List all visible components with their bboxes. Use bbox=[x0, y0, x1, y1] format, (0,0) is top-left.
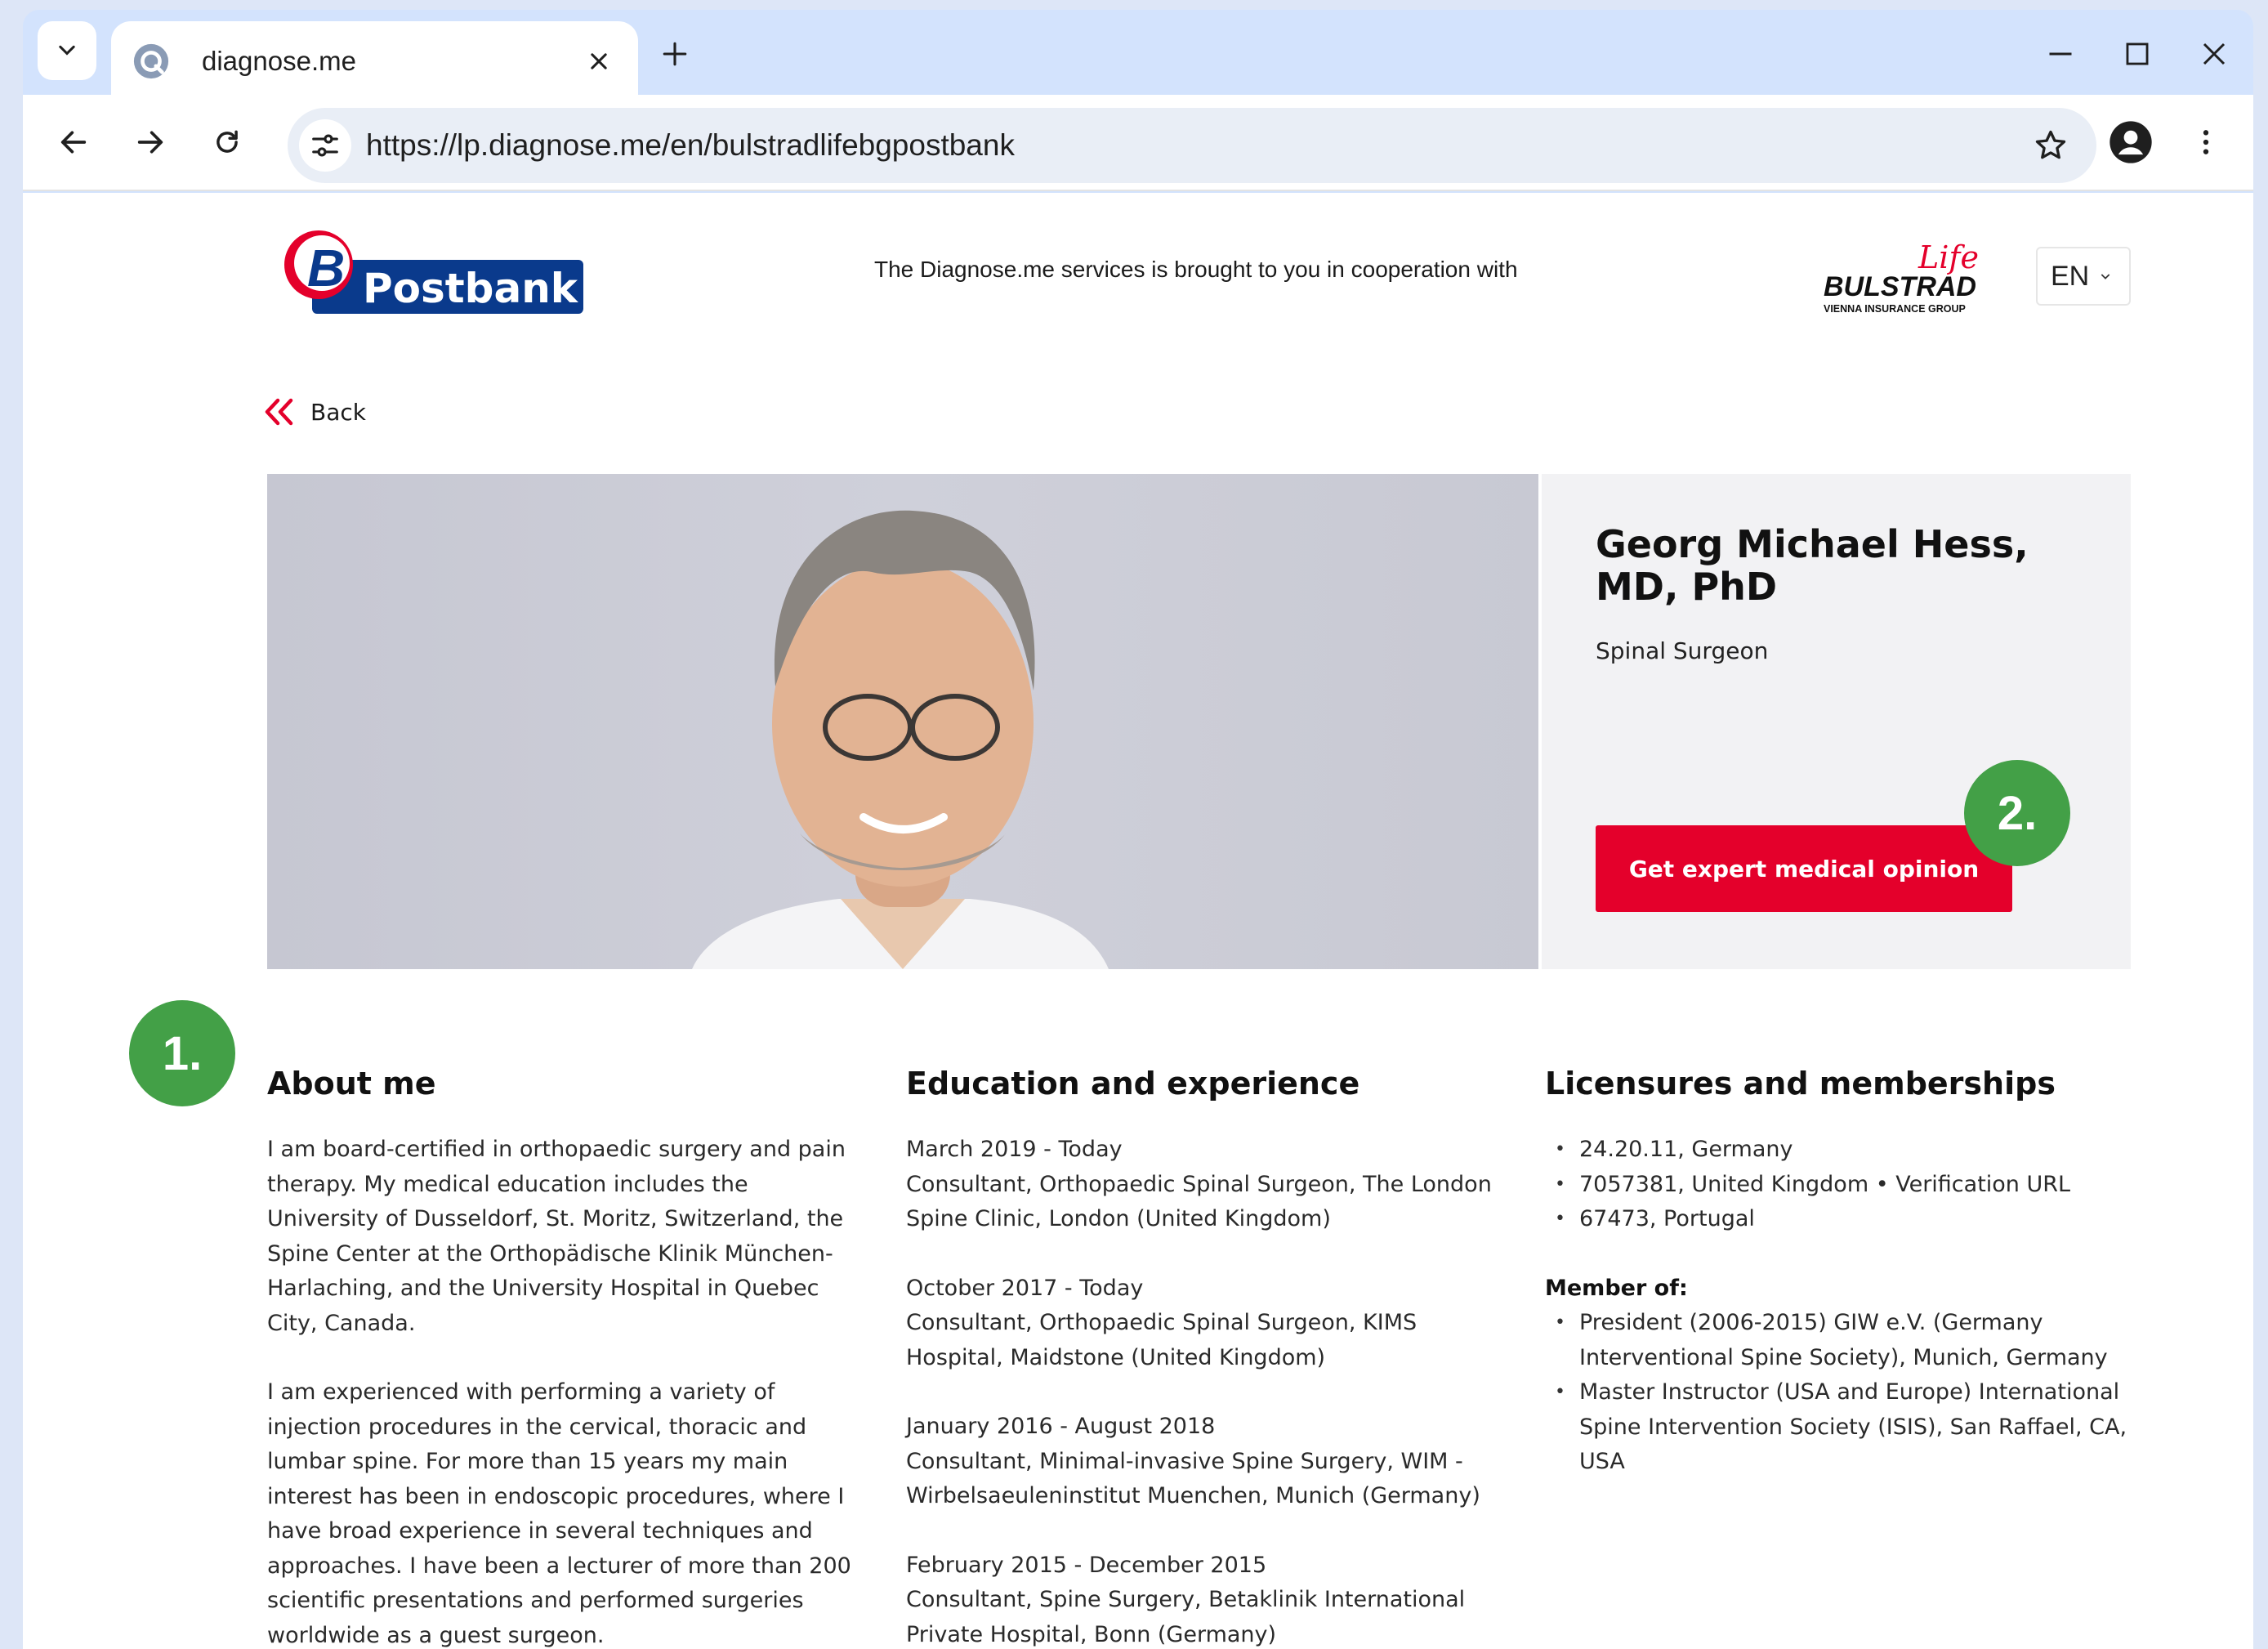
new-tab-button[interactable] bbox=[652, 31, 698, 77]
forward-arrow-icon bbox=[137, 131, 163, 154]
education-heading: Education and experience bbox=[906, 1066, 1360, 1102]
bulstrad-wordmark: BULSTRAD bbox=[1824, 271, 1976, 302]
back-label: Back bbox=[310, 398, 366, 426]
bulstrad-life-logo[interactable]: Life BULSTRAD VIENNA INSURANCE GROUP bbox=[1820, 239, 1984, 315]
browser-menu-button[interactable] bbox=[2180, 116, 2232, 168]
bulstrad-subtitle: VIENNA INSURANCE GROUP bbox=[1824, 303, 1966, 315]
education-section: Education and experience March 2019 - To… bbox=[906, 1064, 1494, 1649]
membership-list: President (2006-2015) GIW e.V. (Germany … bbox=[1545, 1306, 2133, 1480]
cooperation-text: The Diagnose.me services is brought to y… bbox=[874, 257, 1518, 282]
education-period: January 2016 - August 2018 bbox=[906, 1414, 1216, 1439]
star-icon bbox=[2035, 130, 2066, 159]
doctor-specialty: Spinal Surgeon bbox=[1596, 637, 1769, 664]
minimize-icon bbox=[2049, 52, 2072, 56]
browser-toolbar: https://lp.diagnose.me/en/bulstradlifebg… bbox=[23, 95, 2253, 191]
more-vert-icon bbox=[2203, 130, 2209, 154]
education-item: January 2016 - August 2018 Consultant, M… bbox=[906, 1410, 1494, 1514]
maximize-button[interactable] bbox=[2113, 29, 2162, 78]
reload-button[interactable] bbox=[201, 116, 253, 168]
browser-tab[interactable]: diagnose.me bbox=[111, 21, 638, 106]
education-description: Consultant, Spine Surgery, Betaklinik In… bbox=[906, 1587, 1466, 1647]
double-chevron-left-icon bbox=[265, 398, 293, 426]
education-item: March 2019 - Today Consultant, Orthopaed… bbox=[906, 1133, 1494, 1237]
web-page: B Postbank The Diagnose.me services is b… bbox=[23, 193, 2253, 1649]
license-list: 24.20.11, Germany 7057381, United Kingdo… bbox=[1545, 1133, 2133, 1237]
bulstrad-script: Life bbox=[1918, 240, 1979, 275]
license-item: 7057381, United Kingdom • Verification U… bbox=[1545, 1168, 2133, 1203]
reload-icon bbox=[217, 130, 238, 153]
licensures-section: Licensures and memberships 24.20.11, Ger… bbox=[1545, 1064, 2133, 1480]
bookmark-button[interactable] bbox=[2026, 121, 2075, 170]
address-bar[interactable]: https://lp.diagnose.me/en/bulstradlifebg… bbox=[288, 108, 2096, 183]
about-paragraph: I am board-certified in orthopaedic surg… bbox=[267, 1137, 846, 1336]
close-icon bbox=[2203, 42, 2226, 65]
postbank-logo[interactable]: B Postbank bbox=[283, 226, 593, 315]
doctor-name: Georg Michael Hess, MD, PhD bbox=[1596, 522, 2029, 609]
close-tab-button[interactable] bbox=[580, 42, 618, 80]
about-section: About me I am board-certified in orthopa… bbox=[267, 1064, 855, 1649]
url-text[interactable]: https://lp.diagnose.me/en/bulstradlifebg… bbox=[366, 108, 1015, 183]
language-value: EN bbox=[2051, 260, 2090, 292]
language-select[interactable]: EN bbox=[2036, 247, 2131, 306]
close-icon bbox=[591, 53, 607, 69]
license-item: 24.20.11, Germany bbox=[1545, 1133, 2133, 1168]
education-item: February 2015 - December 2015 Consultant… bbox=[906, 1548, 1494, 1649]
education-item: October 2017 - Today Consultant, Orthopa… bbox=[906, 1271, 1494, 1376]
license-item: 67473, Portugal bbox=[1545, 1202, 2133, 1237]
education-description: Consultant, Orthopaedic Spinal Surgeon, … bbox=[906, 1171, 1492, 1232]
plus-icon bbox=[663, 42, 687, 66]
membership-item: Master Instructor (USA and Europe) Inter… bbox=[1545, 1375, 2133, 1480]
tab-strip: diagnose.me bbox=[23, 10, 2253, 106]
education-description: Consultant, Minimal-invasive Spine Surge… bbox=[906, 1448, 1480, 1509]
member-of-label: Member of: bbox=[1545, 1275, 1688, 1301]
back-button[interactable] bbox=[47, 116, 100, 168]
forward-button[interactable] bbox=[124, 116, 176, 168]
browser-window: diagnose.me https://lp.diagnose.me/en/bu… bbox=[23, 10, 2253, 1649]
membership-item: President (2006-2015) GIW e.V. (Germany … bbox=[1545, 1306, 2133, 1375]
education-period: February 2015 - December 2015 bbox=[906, 1552, 1267, 1578]
licensures-heading: Licensures and memberships bbox=[1545, 1066, 2056, 1102]
chevron-down-icon bbox=[2101, 274, 2110, 279]
favicon-icon bbox=[133, 43, 169, 79]
site-settings-button[interactable] bbox=[299, 119, 351, 172]
education-description: Consultant, Orthopaedic Spinal Surgeon, … bbox=[906, 1310, 1418, 1370]
get-expert-opinion-button[interactable]: Get expert medical opinion bbox=[1596, 825, 2012, 912]
back-link[interactable]: Back bbox=[263, 397, 366, 427]
chevron-down-icon bbox=[59, 45, 75, 56]
tab-title: diagnose.me bbox=[202, 46, 356, 76]
doctor-card: Georg Michael Hess, MD, PhD Spinal Surge… bbox=[1542, 474, 2131, 969]
site-settings-icon bbox=[312, 134, 338, 157]
postbank-wordmark: Postbank bbox=[363, 265, 579, 312]
back-arrow-icon bbox=[60, 131, 87, 154]
minimize-button[interactable] bbox=[2036, 29, 2085, 78]
profile-icon bbox=[2110, 121, 2152, 163]
about-paragraph: I am experienced with performing a varie… bbox=[267, 1379, 851, 1648]
profile-button[interactable] bbox=[2105, 116, 2157, 168]
education-period: March 2019 - Today bbox=[906, 1137, 1123, 1162]
close-window-button[interactable] bbox=[2190, 29, 2239, 78]
about-heading: About me bbox=[267, 1066, 436, 1102]
education-period: October 2017 - Today bbox=[906, 1275, 1144, 1301]
svg-text:B: B bbox=[307, 239, 345, 297]
doctor-photo bbox=[267, 474, 1538, 969]
annotation-badge-1: 1. bbox=[129, 1000, 235, 1106]
maximize-icon bbox=[2126, 42, 2149, 65]
tab-search-button[interactable] bbox=[38, 21, 96, 80]
annotation-badge-2: 2. bbox=[1964, 760, 2070, 866]
